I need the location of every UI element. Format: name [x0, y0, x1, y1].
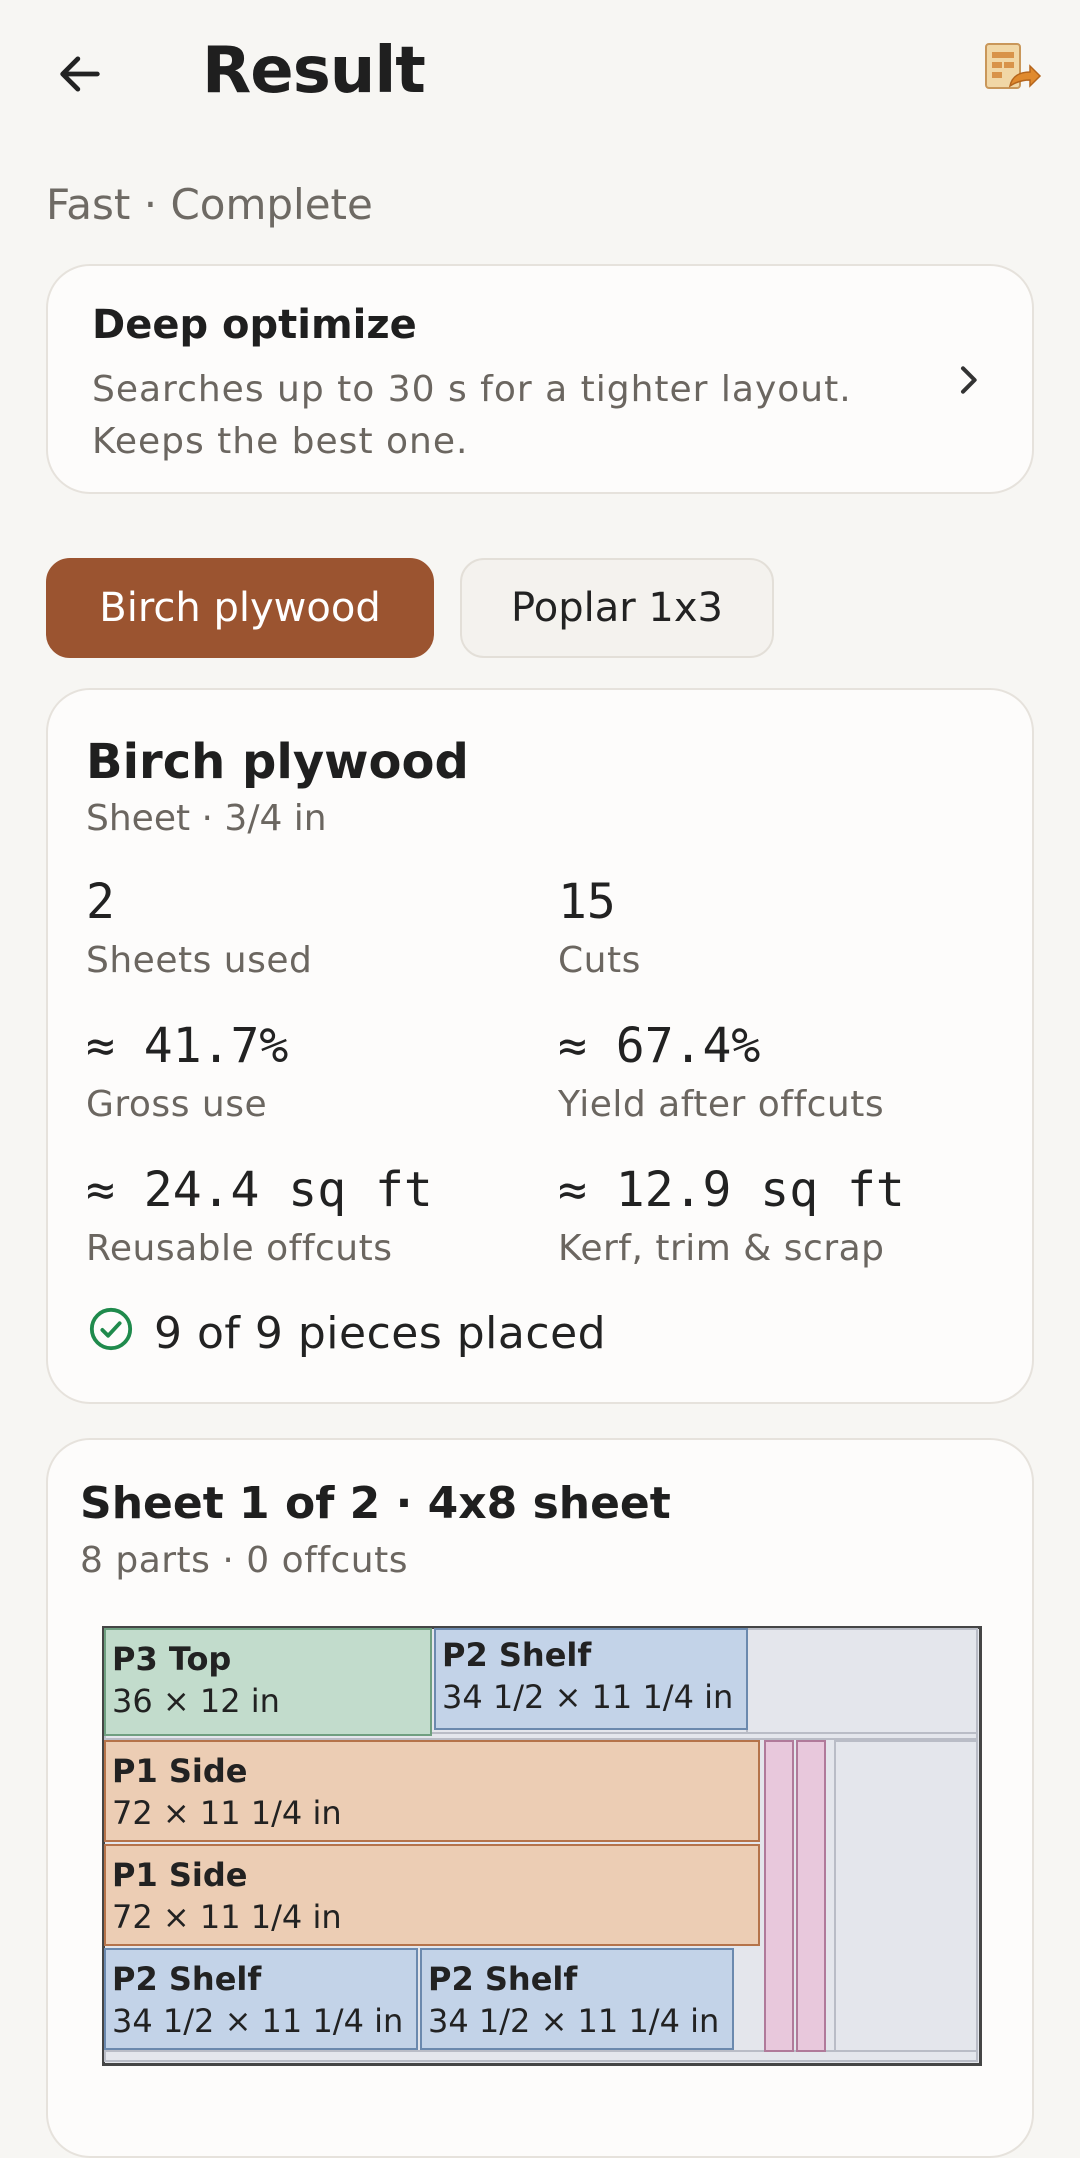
stat-value-sheets-used: 2 — [86, 874, 115, 930]
stat-value-cuts: 15 — [558, 874, 616, 930]
part-dimensions: 34 1/2 × 11 1/4 in — [112, 2002, 404, 2040]
stat-label-yield: Yield after offcuts — [558, 1084, 885, 1125]
part-p1-side[interactable]: P1 Side 72 × 11 1/4 in — [104, 1740, 760, 1842]
run-status: Fast · Complete — [46, 180, 373, 229]
part-name: P1 Side — [112, 1752, 248, 1790]
cut-layout-diagram: P3 Top 36 × 12 in P2 Shelf 34 1/2 × 11 1… — [102, 1626, 982, 2066]
arrow-left-icon — [60, 56, 100, 92]
part-p2-shelf[interactable]: P2 Shelf 34 1/2 × 11 1/4 in — [104, 1948, 418, 2050]
top-app-bar: Result — [0, 0, 1080, 150]
part-name: P2 Shelf — [428, 1960, 578, 1998]
stat-value-yield: ≈ 67.4% — [558, 1018, 761, 1074]
stat-label-cuts: Cuts — [558, 940, 641, 981]
stat-value-reusable-offcuts: ≈ 24.4 sq ft — [86, 1162, 433, 1218]
part-dimensions: 34 1/2 × 11 1/4 in — [442, 1678, 734, 1716]
deep-optimize-title: Deep optimize — [92, 302, 417, 348]
deep-optimize-description: Searches up to 30 s for a tighter layout… — [92, 369, 852, 462]
export-button[interactable] — [980, 38, 1050, 108]
part-name: P2 Shelf — [442, 1636, 592, 1674]
stat-value-gross-use: ≈ 41.7% — [86, 1018, 289, 1074]
part-name: P1 Side — [112, 1856, 248, 1894]
stat-label-gross-use: Gross use — [86, 1084, 268, 1125]
part-p1-side[interactable]: P1 Side 72 × 11 1/4 in — [104, 1844, 760, 1946]
material-summary-card: Birch plywood Sheet · 3/4 in 2 Sheets us… — [46, 688, 1034, 1404]
part-strip[interactable] — [764, 1740, 794, 2052]
part-dimensions: 72 × 11 1/4 in — [112, 1794, 342, 1832]
remainder-region — [746, 1628, 978, 1734]
part-strip[interactable] — [796, 1740, 826, 2052]
part-name: P2 Shelf — [112, 1960, 262, 1998]
tab-birch-plywood[interactable]: Birch plywood — [46, 558, 434, 658]
remainder-region — [834, 1740, 978, 2052]
page-title: Result — [202, 34, 426, 108]
pieces-placed-status: 9 of 9 pieces placed — [154, 1308, 607, 1359]
material-subtitle: Sheet · 3/4 in — [86, 798, 327, 839]
part-dimensions: 34 1/2 × 11 1/4 in — [428, 2002, 720, 2040]
back-button[interactable] — [46, 40, 114, 108]
kerf-strip — [104, 2050, 978, 2062]
part-p2-shelf[interactable]: P2 Shelf 34 1/2 × 11 1/4 in — [420, 1948, 734, 2050]
stat-label-reusable-offcuts: Reusable offcuts — [86, 1228, 393, 1269]
chevron-right-icon — [961, 366, 977, 394]
sheet-subtitle: 8 parts · 0 offcuts — [80, 1540, 408, 1581]
stat-label-kerf-scrap: Kerf, trim & scrap — [558, 1228, 885, 1269]
tab-poplar-1x3[interactable]: Poplar 1x3 — [460, 558, 774, 658]
part-p3-top[interactable]: P3 Top 36 × 12 in — [104, 1628, 432, 1736]
stat-label-sheets-used: Sheets used — [86, 940, 313, 981]
part-p2-shelf[interactable]: P2 Shelf 34 1/2 × 11 1/4 in — [434, 1628, 748, 1730]
stat-value-kerf-scrap: ≈ 12.9 sq ft — [558, 1162, 905, 1218]
part-dimensions: 72 × 11 1/4 in — [112, 1898, 342, 1936]
sheet-layout-card: Sheet 1 of 2 · 4x8 sheet 8 parts · 0 off… — [46, 1438, 1034, 2158]
export-sheet-icon — [985, 43, 1042, 89]
material-name: Birch plywood — [86, 734, 469, 790]
part-name: P3 Top — [112, 1640, 232, 1678]
sheet-title: Sheet 1 of 2 · 4x8 sheet — [80, 1478, 671, 1529]
check-circle-icon — [89, 1307, 133, 1351]
part-dimensions: 36 × 12 in — [112, 1682, 280, 1720]
deep-optimize-card[interactable]: Deep optimize Searches up to 30 s for a … — [46, 264, 1034, 494]
